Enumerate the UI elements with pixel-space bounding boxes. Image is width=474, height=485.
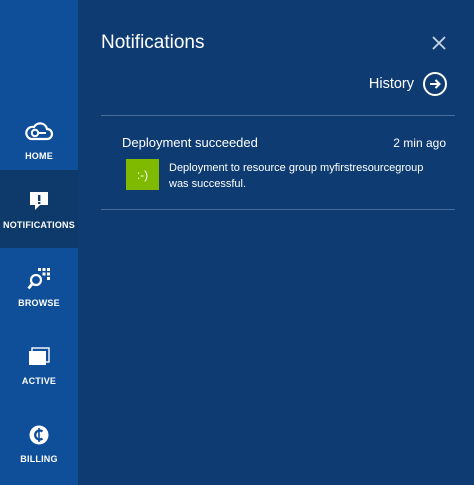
history-label: History [368,76,414,92]
notification-time: 2 min ago [393,136,446,150]
sidebar-item-billing[interactable]: BILLING [0,404,78,482]
notification-title: Deployment succeeded [122,135,258,150]
sidebar-item-label: BROWSE [18,298,60,308]
browse-icon [24,266,54,292]
sidebar-item-home[interactable]: HOME [0,101,78,179]
notifications-panel: Notifications History Deployment succeed… [78,0,474,485]
notification-message: Deployment to resource group myfirstreso… [169,162,424,190]
close-icon [432,36,446,50]
billing-icon [24,422,54,448]
success-badge: :-) [126,159,159,190]
sidebar-item-notifications[interactable]: NOTIFICATIONS [0,170,78,248]
panel-title: Notifications [101,32,205,53]
sidebar-item-label: BILLING [20,454,58,464]
notification-item[interactable]: Deployment succeeded 2 min ago :-) Deplo… [101,125,455,209]
notification-icon [24,188,54,214]
close-button[interactable] [428,32,450,54]
arrow-right-icon [423,72,447,96]
sidebar-item-label: HOME [25,151,53,161]
cloud-icon [24,119,54,145]
divider [101,115,455,116]
history-button[interactable]: History [369,72,447,96]
sidebar-item-label: ACTIVE [21,376,57,386]
sidebar-item-active[interactable]: ACTIVE [0,326,78,404]
sidebar: HOME NOTIFICATIONS BROWSE ACTIVE BILLING [0,0,78,485]
divider [101,209,455,210]
sidebar-item-browse[interactable]: BROWSE [0,248,78,326]
active-windows-icon [24,344,54,370]
sidebar-item-label: NOTIFICATIONS [3,220,75,230]
